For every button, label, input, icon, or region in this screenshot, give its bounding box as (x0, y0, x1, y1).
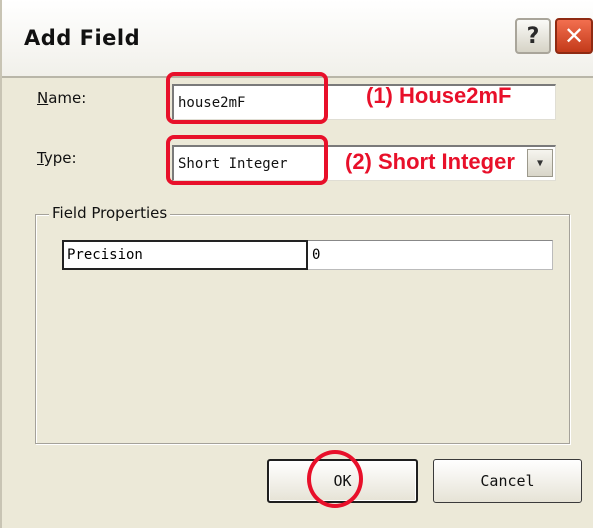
type-label: Type: (37, 149, 77, 167)
chevron-down-icon: ▼ (536, 157, 544, 169)
close-icon: ✕ (563, 22, 585, 50)
title-bar: Add Field ? ✕ (2, 0, 593, 78)
question-mark-icon: ? (526, 23, 540, 49)
type-label-text: ype: (43, 149, 77, 167)
dropdown-arrow-button[interactable]: ▼ (527, 149, 553, 177)
property-name-cell[interactable]: Precision (62, 240, 308, 270)
annotation-step-2: (2) Short Integer (345, 149, 515, 174)
property-value-cell[interactable]: 0 (308, 240, 553, 270)
annotation-highlight-type (166, 135, 328, 185)
help-button[interactable]: ? (515, 18, 551, 54)
name-label-text: ame: (48, 89, 87, 107)
property-row[interactable]: Precision 0 (62, 240, 553, 270)
field-properties-legend: Field Properties (49, 204, 171, 222)
dialog-title: Add Field (24, 26, 141, 50)
annotation-highlight-name (166, 72, 328, 124)
add-field-dialog: Add Field ? ✕ Name: house2mF Type: Short… (0, 0, 593, 528)
annotation-step-1: (1) House2mF (366, 83, 512, 108)
name-label-mnemonic: N (37, 89, 49, 107)
cancel-button[interactable]: Cancel (433, 459, 582, 503)
annotation-circle-ok (307, 450, 363, 508)
close-button[interactable]: ✕ (555, 18, 593, 54)
type-label-mnemonic: T (37, 149, 44, 167)
name-label: Name: (37, 89, 86, 107)
